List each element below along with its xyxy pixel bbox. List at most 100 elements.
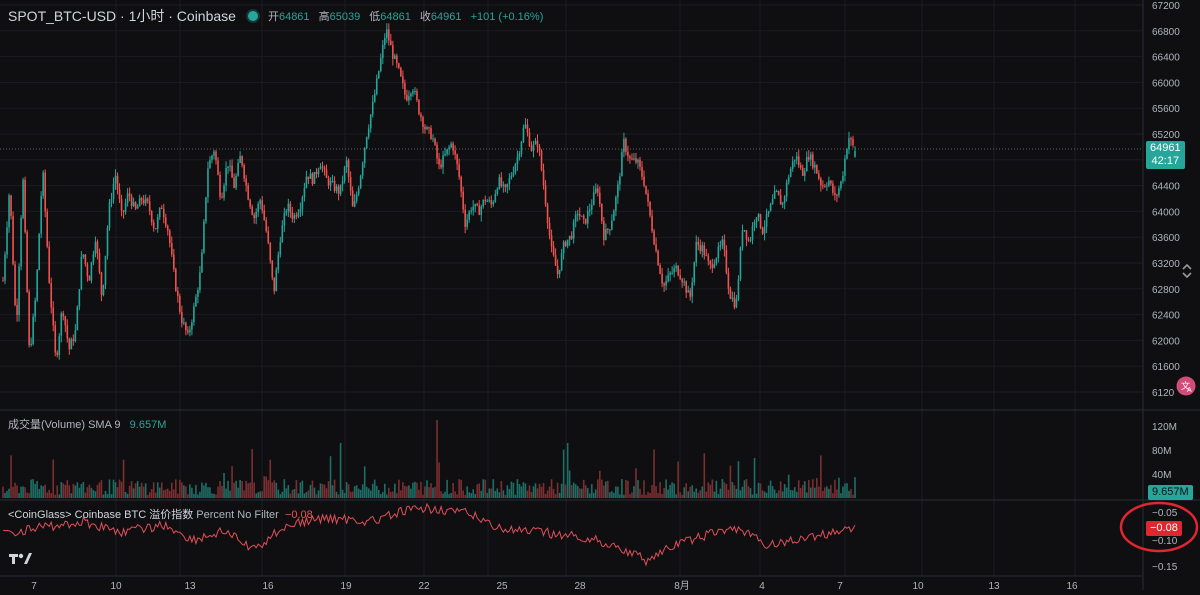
volume-bar <box>365 486 368 498</box>
candle-body <box>335 186 338 191</box>
volume-bar <box>448 494 450 498</box>
candle-body <box>424 126 426 130</box>
volume-bar <box>488 488 491 498</box>
candle-body <box>227 166 229 169</box>
price-tick-label: 63200 <box>1152 259 1180 270</box>
volume-bar <box>659 482 661 498</box>
candle-body <box>807 156 810 160</box>
volume-bar <box>333 479 336 498</box>
candle-body <box>42 172 44 196</box>
volume-bar <box>166 488 169 498</box>
volume-bar <box>803 481 806 498</box>
candle-body <box>349 177 352 191</box>
volume-bar <box>181 482 183 498</box>
candle-body <box>777 190 780 196</box>
volume-bar <box>747 486 750 498</box>
volume-bar <box>506 485 509 498</box>
candle-body <box>319 166 322 170</box>
volume-bar <box>442 493 444 498</box>
volume-bar <box>106 494 109 498</box>
candle-body <box>588 209 591 212</box>
volume-bar <box>319 483 322 498</box>
volume-bar <box>572 482 575 498</box>
volume-bar <box>520 486 523 498</box>
candle-body <box>341 181 344 185</box>
candle-body <box>92 254 95 263</box>
volume-bar <box>476 484 479 498</box>
candle-body <box>144 198 147 204</box>
candle-body <box>637 159 639 163</box>
volume-bar <box>98 482 101 498</box>
volume-bar <box>231 466 233 498</box>
candle-body <box>625 138 627 152</box>
candle-body <box>251 206 253 215</box>
candle-body <box>552 246 555 256</box>
translate-icon[interactable]: 文 A <box>1176 376 1196 396</box>
trading-chart[interactable]: 6720066800664006600065600652006480064400… <box>0 0 1200 592</box>
premium-title[interactable]: <CoinGlass> Coinbase BTC 溢价指数 <box>8 509 193 521</box>
volume-bar <box>536 488 539 498</box>
volume-bar <box>737 461 740 498</box>
volume-bar <box>824 487 826 498</box>
volume-bar <box>383 483 386 498</box>
volume-bar <box>191 487 193 498</box>
volume-bar <box>173 489 175 498</box>
volume-bar <box>761 490 764 498</box>
candle-body <box>168 230 171 244</box>
candle-body <box>86 264 89 277</box>
volume-bar <box>175 479 177 498</box>
candle-body <box>432 138 434 140</box>
volume-bar <box>355 485 358 498</box>
candle-body <box>556 265 559 274</box>
volume-bar <box>386 494 388 498</box>
volume-bar <box>42 486 44 498</box>
volume-bar <box>394 483 396 498</box>
chart-canvas[interactable]: 6720066800664006600065600652006480064400… <box>0 0 1200 592</box>
time-axis[interactable]: 7 10 13 16 19 22 25 28 8月 4 7 10 13 16 <box>31 580 1078 592</box>
volume-bar <box>494 490 497 498</box>
candle-body <box>426 127 428 130</box>
candle-body <box>599 192 601 204</box>
candle-body <box>494 194 497 202</box>
candle-body <box>311 173 314 184</box>
candle-body <box>173 254 175 270</box>
candle-body <box>120 199 123 211</box>
candle-body <box>544 185 547 205</box>
volume-bar <box>631 492 633 498</box>
scale-settings-icon[interactable] <box>1178 262 1196 280</box>
candle-body <box>54 325 57 353</box>
candle-body <box>325 169 328 179</box>
candle-body <box>396 55 398 64</box>
volume-bar <box>538 483 541 498</box>
candle-body <box>337 186 340 194</box>
volume-bar <box>524 483 527 498</box>
candle-body <box>418 100 420 115</box>
volume-bar <box>297 493 300 498</box>
price-axis[interactable]: 6720066800664006600065600652006480064400… <box>1152 1 1180 399</box>
candle-body <box>458 164 460 177</box>
candle-body <box>90 262 93 281</box>
volume-bar <box>126 493 129 498</box>
volume-bar <box>375 485 378 498</box>
time-tick-label: 10 <box>110 581 122 590</box>
candle-body <box>321 166 324 168</box>
candle-body <box>631 158 633 160</box>
volume-bar <box>570 485 573 498</box>
volume-legend: 成交量(Volume) SMA 9 9.657M <box>8 416 166 432</box>
tradingview-logo-icon[interactable] <box>8 548 34 568</box>
volume-bar <box>424 486 426 498</box>
candle-body <box>416 90 418 101</box>
candle-body <box>371 101 374 115</box>
candle-body <box>102 284 105 296</box>
candle-body <box>484 199 487 202</box>
volume-bar <box>681 494 683 498</box>
volume-bar <box>400 490 402 498</box>
volume-bar <box>486 492 489 498</box>
candle-body <box>586 211 589 224</box>
symbol-title[interactable]: SPOT_BTC-USD · 1小时 · Coinbase <box>8 6 236 26</box>
candle-body <box>305 176 308 188</box>
volume-title[interactable]: 成交量(Volume) <box>8 419 85 431</box>
candle-body <box>695 242 698 263</box>
volume-bar <box>70 493 73 498</box>
candle-body <box>293 215 296 219</box>
